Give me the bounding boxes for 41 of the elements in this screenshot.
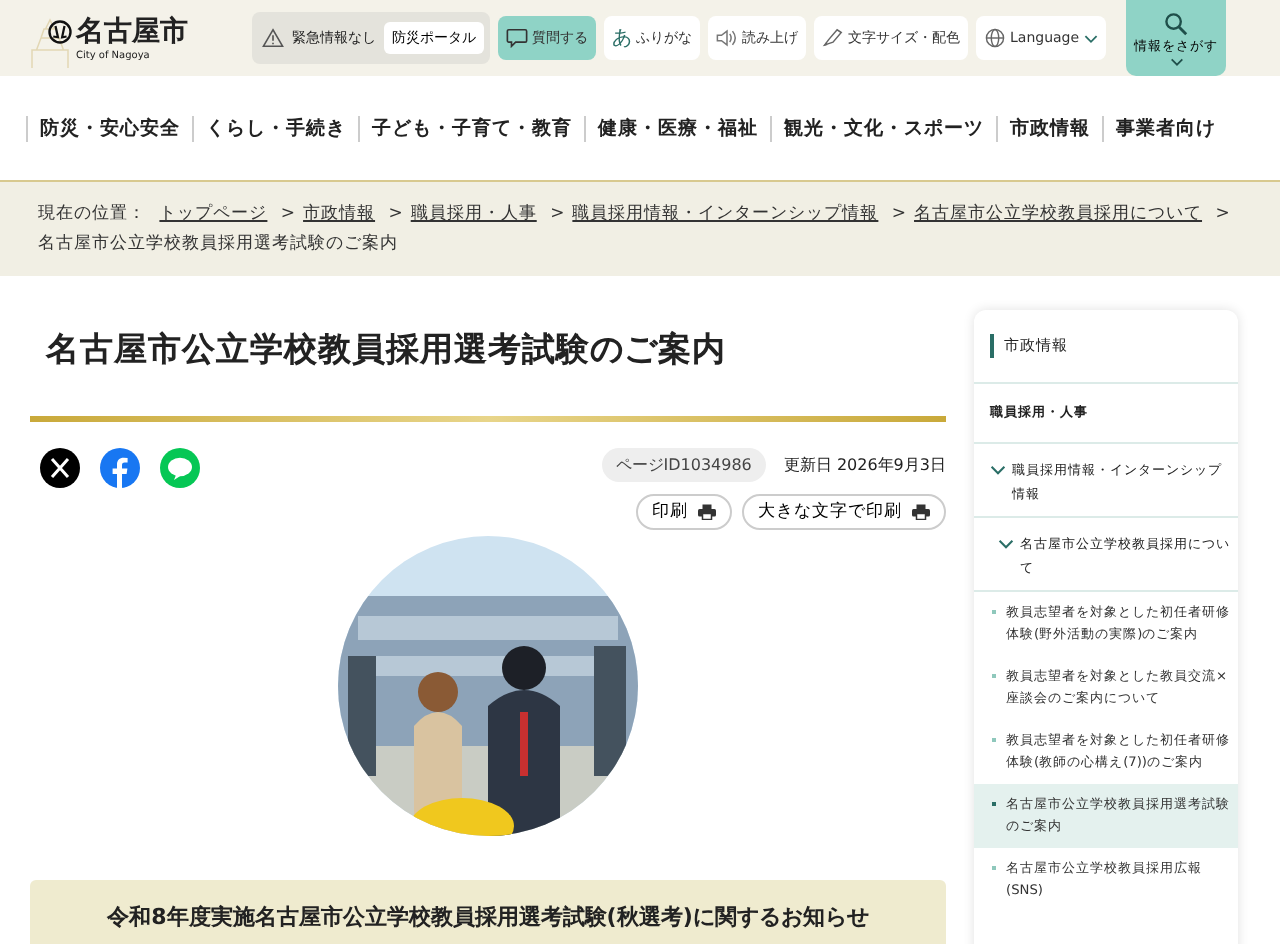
furigana-icon: あ: [612, 24, 632, 52]
x-share-icon[interactable]: [40, 448, 80, 488]
warning-icon: [262, 28, 284, 48]
notice-banner[interactable]: 令和8年度実施名古屋市公立学校教員採用選考試験(秋選考)に関するお知らせ: [30, 880, 946, 944]
page-id-badge: ページID1034986: [601, 448, 766, 482]
nav-link[interactable]: 観光・文化・スポーツ: [770, 115, 996, 141]
breadcrumb-separator: >: [388, 204, 403, 224]
search-icon: [1164, 11, 1188, 35]
breadcrumb-link[interactable]: 職員採用・人事: [410, 204, 537, 224]
nav-link[interactable]: くらし・手続き: [192, 115, 358, 141]
print-button[interactable]: 印刷: [636, 494, 732, 530]
print-button[interactable]: 大きな文字で印刷: [742, 494, 946, 530]
chevron-down-icon[interactable]: [998, 536, 1014, 552]
logo-text[interactable]: 名古屋市: [76, 14, 188, 50]
breadcrumb-current: 名古屋市公立学校教員採用選考試験のご案内: [38, 234, 398, 254]
breadcrumb-link[interactable]: トップページ: [159, 204, 268, 224]
globe-icon: [984, 28, 1006, 48]
facebook-share-icon[interactable]: [100, 448, 140, 488]
printer-icon: [698, 504, 716, 520]
breadcrumb-link[interactable]: 市政情報: [303, 204, 376, 224]
breadcrumb-separator: >: [891, 204, 907, 224]
breadcrumb-link[interactable]: 名古屋市公立学校教員採用について: [914, 204, 1203, 224]
chevron-down-icon: [1083, 33, 1098, 43]
breadcrumb-separator: >: [1215, 204, 1230, 224]
printer-icon: [912, 504, 930, 520]
breadcrumb-label: 現在の位置：: [38, 204, 146, 224]
nav-link[interactable]: 健康・医療・福祉: [584, 115, 770, 141]
chevron-down-icon: [1169, 57, 1183, 65]
page-title: 名古屋市公立学校教員採用選考試験のご案内: [46, 328, 728, 372]
nav-link[interactable]: 子ども・子育て・教育: [358, 115, 584, 141]
nav-link[interactable]: 市政情報: [996, 115, 1102, 141]
breadcrumb-separator: >: [280, 204, 296, 224]
speech-bubble-icon: [506, 28, 528, 48]
breadcrumb-separator: >: [550, 204, 565, 224]
nav-link[interactable]: 防災・安心安全: [26, 115, 192, 141]
nav-link[interactable]: 事業者向け: [1102, 115, 1228, 141]
breadcrumb-link[interactable]: 職員採用情報・インターンシップ情報: [572, 204, 879, 224]
city-emblem-icon: [48, 20, 72, 44]
updated-date: 更新日 2026年9月3日: [783, 454, 946, 476]
chevron-down-icon[interactable]: [990, 462, 1006, 478]
speaker-icon: [716, 28, 738, 48]
